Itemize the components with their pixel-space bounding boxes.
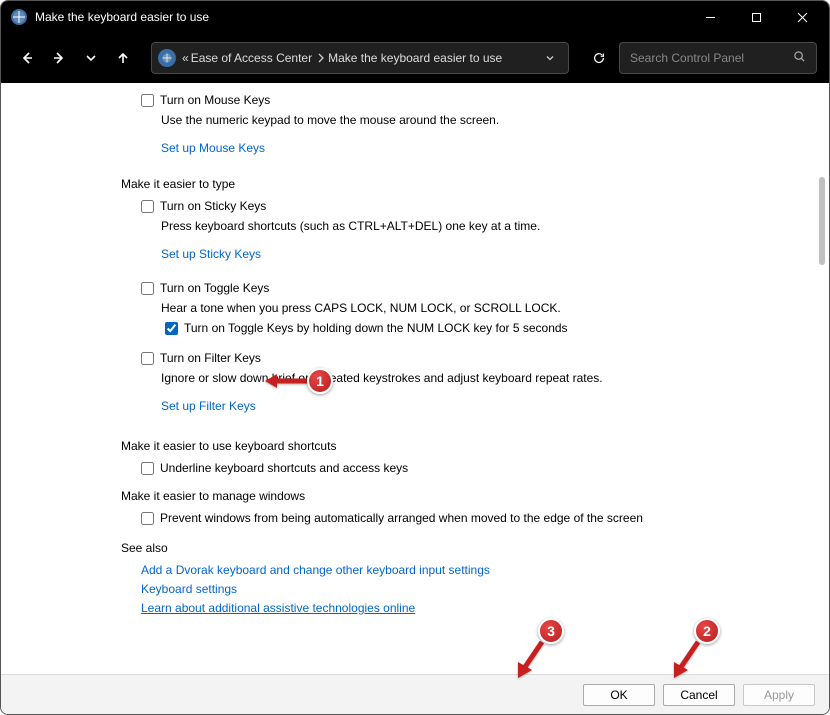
stickykeys-desc: Press keyboard shortcuts (such as CTRL+A… (161, 219, 809, 233)
seealso-link-assistive-tech[interactable]: Learn about additional assistive technol… (141, 601, 809, 615)
app-icon (11, 9, 27, 25)
stickykeys-setup-link[interactable]: Set up Sticky Keys (161, 247, 261, 261)
togglekeys-checkbox[interactable] (141, 282, 154, 295)
togglekeys-numlock-checkbox[interactable] (165, 322, 178, 335)
maximize-button[interactable] (733, 1, 779, 33)
togglekeys-label: Turn on Toggle Keys (160, 281, 269, 295)
underline-shortcuts-label: Underline keyboard shortcuts and access … (160, 461, 408, 475)
prevent-arrange-checkbox[interactable] (141, 512, 154, 525)
window-title: Make the keyboard easier to use (35, 10, 209, 24)
type-section-heading: Make it easier to type (121, 177, 809, 191)
annotation-arrow-3 (510, 638, 550, 684)
back-button[interactable] (13, 44, 41, 72)
seealso-link-dvorak[interactable]: Add a Dvorak keyboard and change other k… (141, 563, 809, 577)
titlebar: Make the keyboard easier to use (1, 1, 829, 33)
scrollbar-thumb[interactable] (819, 177, 825, 265)
mousekeys-label: Turn on Mouse Keys (160, 93, 270, 107)
refresh-button[interactable] (583, 42, 615, 74)
mousekeys-desc: Use the numeric keypad to move the mouse… (161, 113, 809, 127)
apply-button[interactable]: Apply (743, 684, 815, 706)
cancel-button[interactable]: Cancel (663, 684, 735, 706)
search-input[interactable] (630, 51, 793, 65)
content-pane: Turn on Mouse Keys Use the numeric keypa… (1, 83, 829, 674)
recent-dropdown-button[interactable] (77, 44, 105, 72)
annotation-marker-1: 1 (307, 368, 333, 394)
filterkeys-checkbox[interactable] (141, 352, 154, 365)
togglekeys-desc: Hear a tone when you press CAPS LOCK, NU… (161, 301, 809, 315)
breadcrumb-item-root[interactable]: Ease of Access Center (191, 51, 312, 65)
breadcrumb[interactable]: « Ease of Access Center Make the keyboar… (151, 42, 569, 74)
breadcrumb-dropdown-button[interactable] (538, 53, 562, 63)
stickykeys-label: Turn on Sticky Keys (160, 199, 266, 213)
mousekeys-setup-link[interactable]: Set up Mouse Keys (161, 141, 265, 155)
annotation-marker-2: 2 (694, 618, 720, 644)
search-icon (793, 50, 806, 66)
seealso-heading: See also (121, 541, 809, 555)
search-box[interactable] (619, 42, 817, 74)
prevent-arrange-label: Prevent windows from being automatically… (160, 511, 643, 525)
mousekeys-checkbox[interactable] (141, 94, 154, 107)
seealso-link-keyboard-settings[interactable]: Keyboard settings (141, 582, 809, 596)
filterkeys-setup-link[interactable]: Set up Filter Keys (161, 399, 256, 413)
shortcuts-section-heading: Make it easier to use keyboard shortcuts (121, 439, 809, 453)
location-icon (158, 49, 176, 67)
annotation-marker-3: 3 (538, 618, 564, 644)
forward-button[interactable] (45, 44, 73, 72)
annotation-arrow-1 (263, 372, 311, 390)
underline-shortcuts-checkbox[interactable] (141, 462, 154, 475)
stickykeys-checkbox[interactable] (141, 200, 154, 213)
close-button[interactable] (779, 1, 825, 33)
ok-button[interactable]: OK (583, 684, 655, 706)
up-button[interactable] (109, 44, 137, 72)
windows-section-heading: Make it easier to manage windows (121, 489, 809, 503)
filterkeys-desc: Ignore or slow down brief or repeated ke… (161, 371, 809, 385)
chevron-right-icon (316, 53, 326, 63)
navbar: « Ease of Access Center Make the keyboar… (1, 33, 829, 83)
annotation-arrow-2 (666, 638, 706, 684)
breadcrumb-prefix: « (182, 51, 189, 65)
filterkeys-label: Turn on Filter Keys (160, 351, 261, 365)
togglekeys-numlock-label: Turn on Toggle Keys by holding down the … (184, 321, 568, 335)
breadcrumb-item-current[interactable]: Make the keyboard easier to use (328, 51, 502, 65)
minimize-button[interactable] (687, 1, 733, 33)
